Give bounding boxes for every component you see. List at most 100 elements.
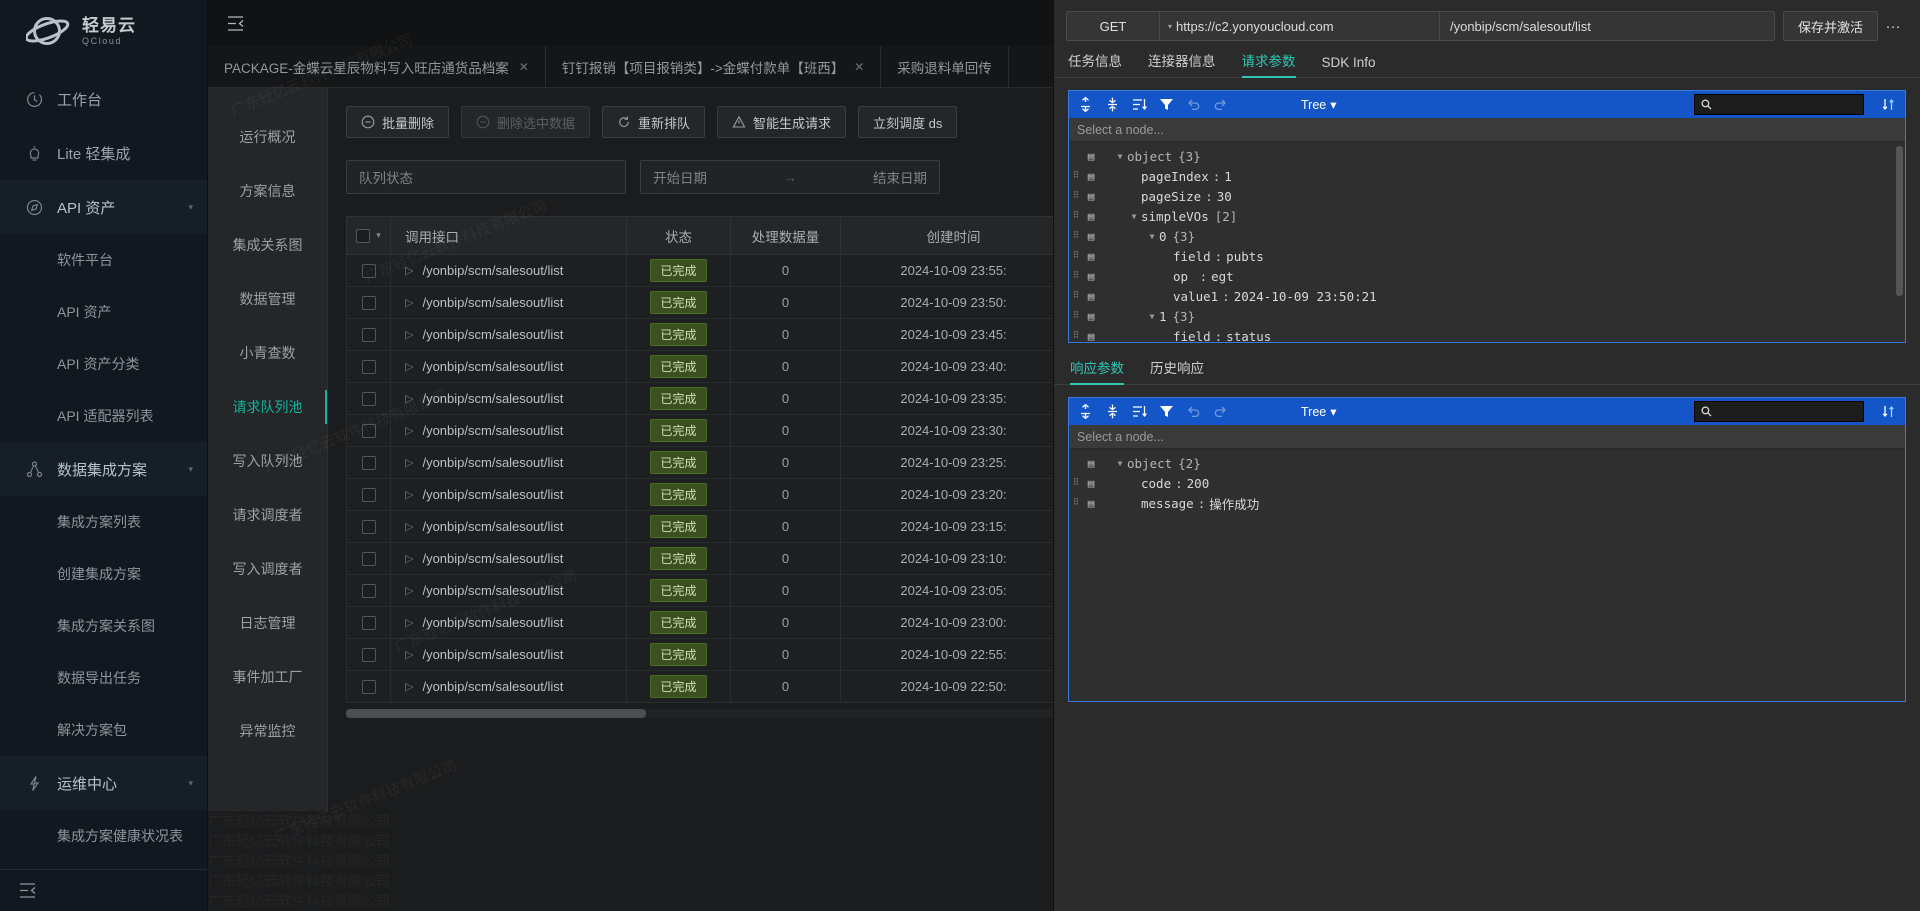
expand-all-icon[interactable] xyxy=(1077,403,1094,420)
node-menu-icon[interactable]: ▤ xyxy=(1083,477,1099,490)
drag-handle-icon[interactable]: ⠿ xyxy=(1069,478,1083,488)
row-checkbox[interactable] xyxy=(361,392,376,407)
json-row[interactable]: ⠿ ▤ ▼ 0 {3} xyxy=(1069,226,1905,246)
table-row[interactable]: ▷ /yonbip/scm/salesout/list 已完成 0 2024-10-09… xyxy=(346,318,1053,351)
queue-status-select[interactable]: 队列状态 xyxy=(346,160,626,194)
json-row[interactable]: ⠿ ▤ ▼ simpleVOs [2] xyxy=(1069,206,1905,226)
sort-icon[interactable] xyxy=(1131,403,1148,420)
run-icon[interactable]: ▷ xyxy=(405,648,413,661)
sidebar-item-lite[interactable]: Lite 轻集成 xyxy=(0,126,207,180)
subnav-item-plan-info[interactable]: 方案信息 xyxy=(208,164,327,218)
node-menu-icon[interactable]: ▤ xyxy=(1083,250,1099,263)
row-checkbox[interactable] xyxy=(361,648,376,663)
json-row[interactable]: ⠿ ▤ field: pubts xyxy=(1069,246,1905,266)
delete-selected-button[interactable]: 删除选中数据 xyxy=(461,106,591,138)
run-icon[interactable]: ▷ xyxy=(405,424,413,437)
undo-icon[interactable] xyxy=(1185,403,1202,420)
node-menu-icon[interactable]: ▤ xyxy=(1083,210,1099,223)
search-input[interactable] xyxy=(1718,405,1860,418)
node-menu-icon[interactable]: ▤ xyxy=(1083,270,1099,283)
document-tab[interactable]: 钉钉报销【项目报销类】->金蝶付款单【班西】 ✕ xyxy=(546,46,882,87)
row-checkbox[interactable] xyxy=(361,424,376,439)
run-icon[interactable]: ▷ xyxy=(405,328,413,341)
selected-node-label[interactable]: Select a node... xyxy=(1069,425,1905,449)
smart-generate-request-button[interactable]: 智能生成请求 xyxy=(717,106,847,138)
search-prev-icon[interactable] xyxy=(1880,96,1897,113)
table-row[interactable]: ▷ /yonbip/scm/salesout/list 已完成 0 2024-10-09… xyxy=(346,286,1053,319)
path-input[interactable]: /yonbip/scm/salesout/list xyxy=(1438,12,1774,40)
subnav-item-data-manage[interactable]: 数据管理 xyxy=(208,272,327,326)
subnav-item-relation-graph[interactable]: 集成关系图 xyxy=(208,218,327,272)
json-row[interactable]: ⠿ ▤ op : egt xyxy=(1069,266,1905,286)
sidebar-item-api-asset[interactable]: API 资产 xyxy=(0,286,207,338)
tab-response-history[interactable]: 历史响应 xyxy=(1150,357,1204,384)
table-row[interactable]: ▷ /yonbip/scm/salesout/list 已完成 0 2024-10-09… xyxy=(346,382,1053,415)
node-menu-icon[interactable]: ▤ xyxy=(1083,457,1099,470)
expand-toggle-icon[interactable]: ▼ xyxy=(1113,152,1127,161)
sidebar-item-software-platform[interactable]: 软件平台 xyxy=(0,234,207,286)
sidebar-item-plan-health[interactable]: 集成方案健康状况表 xyxy=(0,810,207,862)
table-row[interactable]: ▷ /yonbip/scm/salesout/list 已完成 0 2024-10-09… xyxy=(346,350,1053,383)
node-menu-icon[interactable]: ▤ xyxy=(1083,330,1099,343)
run-icon[interactable]: ▷ xyxy=(405,392,413,405)
row-checkbox[interactable] xyxy=(361,456,376,471)
redo-icon[interactable] xyxy=(1212,403,1229,420)
subnav-item-query[interactable]: 小青查数 xyxy=(208,326,327,380)
expand-toggle-icon[interactable]: ▼ xyxy=(1145,232,1159,241)
sidebar-item-api-adapter-list[interactable]: API 适配器列表 xyxy=(0,390,207,442)
sidebar-item-create-plan[interactable]: 创建集成方案 xyxy=(0,548,207,600)
sort-icon[interactable] xyxy=(1131,96,1148,113)
drag-handle-icon[interactable]: ⠿ xyxy=(1069,251,1083,261)
sidebar-item-api-assets[interactable]: API 资产 ▾ xyxy=(0,180,207,234)
expand-toggle-icon[interactable]: ▼ xyxy=(1113,459,1127,468)
document-tab[interactable]: 采购退料单回传 xyxy=(881,46,1009,87)
run-icon[interactable]: ▷ xyxy=(405,360,413,373)
schedule-now-button[interactable]: 立刻调度 ds xyxy=(858,106,958,138)
row-checkbox[interactable] xyxy=(361,552,376,567)
tab-task-info[interactable]: 任务信息 xyxy=(1068,50,1122,77)
node-menu-icon[interactable]: ▤ xyxy=(1083,310,1099,323)
table-row[interactable]: ▷ /yonbip/scm/salesout/list 已完成 0 2024-10-09… xyxy=(346,542,1053,575)
row-checkbox[interactable] xyxy=(361,264,376,279)
row-checkbox[interactable] xyxy=(361,488,376,503)
table-row[interactable]: ▷ /yonbip/scm/salesout/list 已完成 0 2024-10-09… xyxy=(346,574,1053,607)
subnav-item-write-scheduler[interactable]: 写入调度者 xyxy=(208,542,327,596)
sidebar-item-data-integration[interactable]: 数据集成方案 ▾ xyxy=(0,442,207,496)
drag-handle-icon[interactable]: ⠿ xyxy=(1069,331,1083,341)
batch-delete-button[interactable]: 批量删除 xyxy=(346,106,450,138)
subnav-item-log-manage[interactable]: 日志管理 xyxy=(208,596,327,650)
run-icon[interactable]: ▷ xyxy=(405,296,413,309)
editor-scrollbar[interactable] xyxy=(1896,146,1903,296)
table-row[interactable]: ▷ /yonbip/scm/salesout/list 已完成 0 2024-10-09… xyxy=(346,446,1053,479)
table-row[interactable]: ▷ /yonbip/scm/salesout/list 已完成 0 2024-10-09… xyxy=(346,478,1053,511)
drag-handle-icon[interactable]: ⠿ xyxy=(1069,171,1083,181)
row-checkbox[interactable] xyxy=(361,360,376,375)
search-input[interactable] xyxy=(1718,98,1860,111)
node-menu-icon[interactable]: ▤ xyxy=(1083,150,1099,163)
select-all-header[interactable]: ▾ xyxy=(346,216,391,255)
sidebar-item-plan-graph[interactable]: 集成方案关系图 xyxy=(0,600,207,652)
run-icon[interactable]: ▷ xyxy=(405,264,413,277)
node-menu-icon[interactable]: ▤ xyxy=(1083,290,1099,303)
expand-toggle-icon[interactable]: ▼ xyxy=(1145,312,1159,321)
date-range-picker[interactable]: 开始日期 → 结束日期 xyxy=(640,160,940,194)
row-checkbox[interactable] xyxy=(361,328,376,343)
chevron-down-icon[interactable]: ▾ xyxy=(376,230,381,241)
collapse-all-icon[interactable] xyxy=(1104,403,1121,420)
json-row[interactable]: ⠿ ▤ field: status xyxy=(1069,326,1905,343)
subnav-item-abnormal-monitor[interactable]: 异常监控 xyxy=(208,704,327,758)
table-row[interactable]: ▷ /yonbip/scm/salesout/list 已完成 0 2024-10-09… xyxy=(346,670,1053,703)
json-row[interactable]: ⠿ ▤ code:200 xyxy=(1069,473,1905,493)
brand-logo[interactable]: 轻易云 QCloud xyxy=(0,0,207,62)
drag-handle-icon[interactable]: ⠿ xyxy=(1069,211,1083,221)
redo-icon[interactable] xyxy=(1212,96,1229,113)
json-row[interactable]: ⠿ ▤ pageIndex:1 xyxy=(1069,166,1905,186)
sidebar-item-api-category[interactable]: API 资产分类 xyxy=(0,338,207,390)
editor-mode-select[interactable]: Tree ▾ xyxy=(1301,97,1337,113)
document-tab[interactable]: PACKAGE-金蝶云星辰物料写入旺店通货品档案 ✕ xyxy=(208,46,546,87)
run-icon[interactable]: ▷ xyxy=(405,520,413,533)
close-icon[interactable]: ✕ xyxy=(519,60,529,74)
json-row[interactable]: ⠿ ▤ ▼ 1 {3} xyxy=(1069,306,1905,326)
filter-icon[interactable] xyxy=(1158,96,1175,113)
node-menu-icon[interactable]: ▤ xyxy=(1083,497,1099,510)
